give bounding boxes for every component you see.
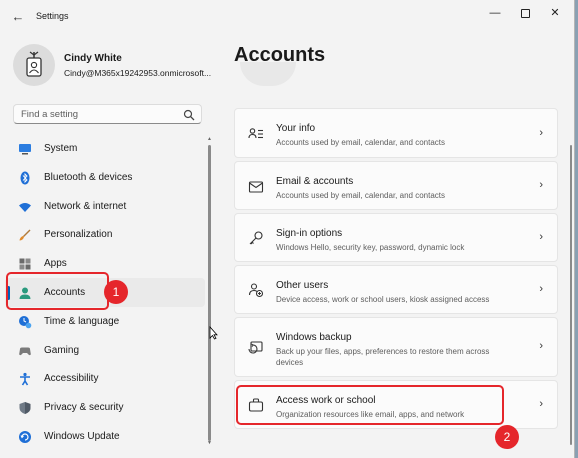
- card-windows-backup[interactable]: Windows backup Back up your files, apps,…: [234, 317, 558, 377]
- apps-icon: [19, 258, 31, 270]
- annotation-step-1: 1: [104, 280, 128, 304]
- search-icon[interactable]: [183, 109, 195, 121]
- main-scrollbar[interactable]: [570, 145, 572, 445]
- sidebar-item-accessibility[interactable]: Accessibility: [5, 364, 205, 393]
- badge-icon: [26, 51, 42, 77]
- sidebar-item-label: Accessibility: [44, 373, 99, 385]
- chevron-right-icon: ›: [539, 179, 543, 191]
- sidebar-item-label: Windows Update: [44, 430, 120, 442]
- settings-window: ← Settings — ✕ Cindy White Cindy@M365x19…: [0, 0, 575, 458]
- search-input[interactable]: Find a setting: [13, 104, 202, 124]
- close-button[interactable]: ✕: [540, 6, 570, 20]
- user-email: Cindy@M365x19242953.onmicrosoft...: [64, 68, 212, 78]
- user-name: Cindy White: [64, 53, 122, 64]
- title-bar: ← Settings — ✕: [0, 0, 574, 34]
- sidebar-item-gaming[interactable]: Gaming: [5, 336, 205, 365]
- card-description: Back up your files, apps, preferences to…: [276, 347, 490, 367]
- card-description: Accounts used by email, calendar, and co…: [276, 191, 445, 200]
- back-button[interactable]: ←: [8, 8, 28, 26]
- card-title: Windows backup: [276, 332, 352, 343]
- card-title: Sign-in options: [276, 228, 343, 239]
- card-title: Email & accounts: [276, 176, 354, 187]
- sidebar-scroll-up-icon[interactable]: ▲: [207, 136, 212, 142]
- card-description: Windows Hello, security key, password, d…: [276, 243, 465, 252]
- backup-icon: [248, 341, 263, 354]
- card-title: Your info: [276, 123, 316, 134]
- sidebar-item-label: Apps: [44, 258, 67, 270]
- card-title: Other users: [276, 280, 329, 291]
- mail-icon: [248, 181, 264, 193]
- chevron-right-icon: ›: [539, 283, 543, 295]
- annotation-highlight-accounts: [6, 272, 109, 310]
- sidebar-item-label: Gaming: [44, 344, 80, 356]
- card-other-users[interactable]: Other users Device access, work or schoo…: [234, 265, 558, 314]
- key-icon: [249, 231, 263, 245]
- brush-icon: [19, 229, 31, 241]
- people-icon: [248, 283, 264, 298]
- page-title: Accounts: [234, 44, 326, 66]
- sidebar-item-network[interactable]: Network & internet: [5, 192, 205, 221]
- person-card-icon: [248, 128, 263, 139]
- annotation-step-2: 2: [495, 425, 519, 449]
- chevron-right-icon: ›: [539, 398, 543, 410]
- sidebar-item-bluetooth[interactable]: Bluetooth & devices: [5, 163, 205, 192]
- sidebar-item-label: Network & internet: [44, 200, 127, 212]
- app-title: Settings: [36, 11, 69, 21]
- chevron-right-icon: ›: [539, 231, 543, 243]
- annotation-highlight-access-work-school: [236, 385, 504, 425]
- sidebar-item-privacy-security[interactable]: Privacy & security: [5, 393, 205, 422]
- maximize-icon: [520, 8, 530, 18]
- sidebar-item-label: Privacy & security: [44, 402, 124, 414]
- card-email-accounts[interactable]: Email & accounts Accounts used by email,…: [234, 161, 558, 210]
- wifi-icon: [19, 202, 31, 212]
- sidebar-scrollbar[interactable]: [208, 145, 211, 441]
- sidebar-item-label: Time & language: [44, 315, 120, 327]
- windows-update-icon: [19, 430, 31, 443]
- gaming-icon: [19, 347, 31, 355]
- accessibility-icon: [20, 373, 30, 386]
- sidebar-item-label: Personalization: [44, 229, 113, 241]
- system-icon: [19, 144, 31, 155]
- time-language-icon: [19, 315, 32, 329]
- sidebar-scroll-down-icon[interactable]: ▼: [207, 440, 212, 446]
- card-sign-in-options[interactable]: Sign-in options Windows Hello, security …: [234, 213, 558, 262]
- minimize-button[interactable]: —: [480, 6, 510, 20]
- accounts-card-list: Your info Accounts used by email, calend…: [234, 108, 558, 432]
- maximize-button[interactable]: [510, 6, 540, 20]
- card-description: Device access, work or school users, kio…: [276, 295, 490, 304]
- sidebar-item-time-language[interactable]: Time & language: [5, 307, 205, 336]
- sidebar-item-personalization[interactable]: Personalization: [5, 220, 205, 249]
- bluetooth-icon: [20, 171, 30, 185]
- sidebar-item-label: Bluetooth & devices: [44, 171, 133, 183]
- sidebar-item-system[interactable]: System: [5, 134, 205, 163]
- avatar[interactable]: [13, 44, 55, 86]
- card-description: Accounts used by email, calendar, and co…: [276, 138, 445, 147]
- sidebar-item-windows-update[interactable]: Windows Update: [5, 422, 205, 451]
- sidebar-item-label: System: [44, 143, 78, 154]
- card-your-info[interactable]: Your info Accounts used by email, calend…: [234, 108, 558, 158]
- chevron-right-icon: ›: [539, 127, 543, 139]
- mouse-cursor-icon: [209, 326, 218, 340]
- chevron-right-icon: ›: [539, 340, 543, 352]
- search-placeholder: Find a setting: [21, 109, 79, 120]
- shield-icon: [19, 402, 31, 415]
